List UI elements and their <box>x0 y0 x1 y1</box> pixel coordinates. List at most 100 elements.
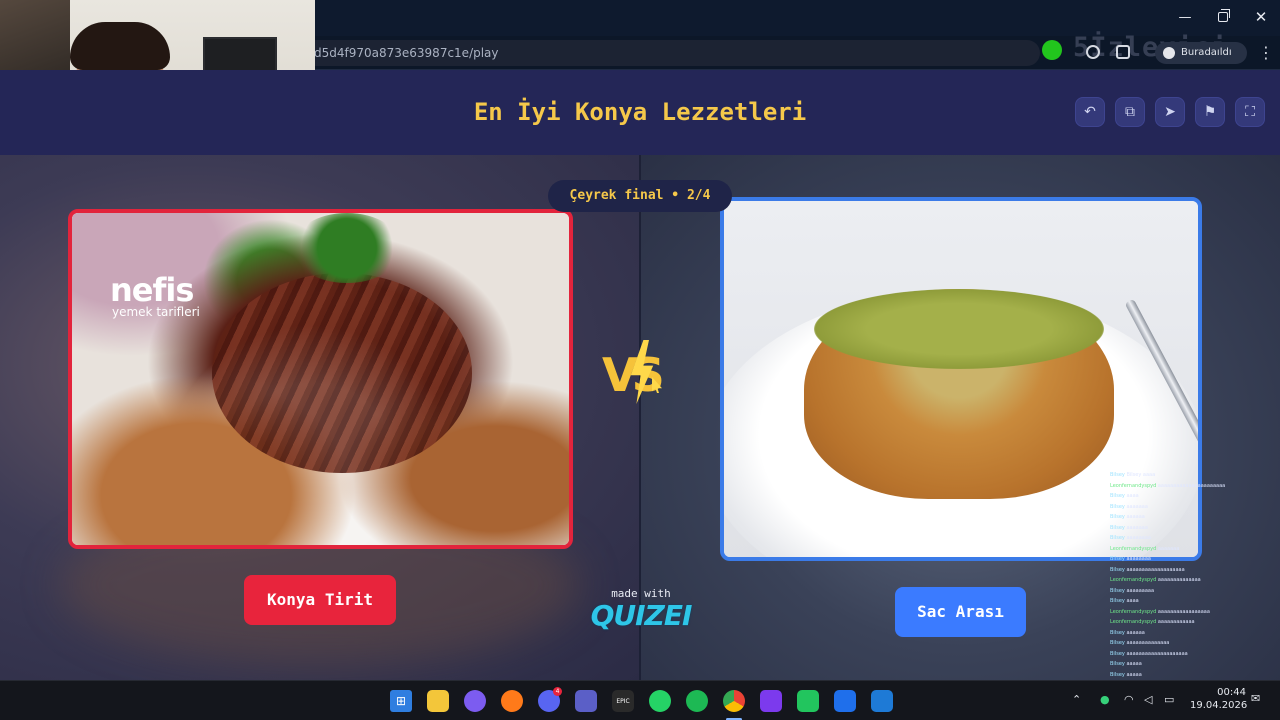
system-clock[interactable]: 00:44 19.04.2026 <box>1190 686 1247 712</box>
visual-studio-button[interactable] <box>760 690 782 712</box>
file-explorer-button[interactable] <box>427 690 449 712</box>
volume-icon[interactable]: ◁ <box>1144 692 1152 708</box>
epic-games-icon: EPIC <box>616 697 630 705</box>
fullscreen-button[interactable]: ⛶ <box>1235 97 1265 127</box>
chat-message: Bilsey aaaaaaa <box>1110 523 1278 533</box>
image-watermark-sub: yemek tarifleri <box>112 305 200 319</box>
chat-username: Bilsey <box>1110 650 1127 657</box>
chat-username: Bilsey <box>1110 587 1127 594</box>
chat-text: aaaaaaaa <box>1126 535 1151 541</box>
chat-message: Bilsey aaaaaaaaaaaaaaaaaaaa <box>1110 649 1278 659</box>
chat-username: Bilsey <box>1110 524 1127 531</box>
microphone-icon[interactable]: ● <box>1100 692 1110 708</box>
chat-text: aaaaaaaaaaaaaa <box>1126 640 1170 646</box>
chat-username: Bilsey <box>1110 472 1127 478</box>
spotify-button[interactable] <box>686 690 708 712</box>
copilot-button[interactable] <box>464 690 486 712</box>
chat-text: aaaaaaaa <box>1126 556 1151 562</box>
maximize-button[interactable] <box>1206 6 1240 28</box>
webcam-person-hair <box>70 22 170 70</box>
close-window-button[interactable]: ✕ <box>1244 6 1278 28</box>
chat-text: aaaaaa <box>1126 629 1145 636</box>
minimize-button[interactable]: — <box>1168 6 1202 28</box>
undo-icon: ↶ <box>1084 104 1096 120</box>
teams-button[interactable] <box>575 690 597 712</box>
chat-username: Bilsey <box>1110 566 1127 573</box>
extension-icon[interactable] <box>1086 45 1100 59</box>
address-bar[interactable]: d5d4f970a873e63987c1e/play <box>300 40 1040 66</box>
konya-tirit-image <box>72 213 569 545</box>
windows-icon: ⊞ <box>395 694 407 708</box>
chat-text: aaaaaaaaaaaaaa <box>1157 577 1201 583</box>
chat-message: Bilsey aaaaa <box>1110 659 1278 669</box>
share-icon: ⧉ <box>1125 104 1135 120</box>
chat-text: aaaaaa <box>1126 514 1145 520</box>
chat-username: Bilsey <box>1110 556 1127 562</box>
chat-message: Leonfernandyspyd aaaaaaa <box>1110 544 1278 554</box>
battery-icon[interactable]: ▭ <box>1164 692 1174 708</box>
chat-message: Bilsey aaaaaaaaaaaaaa <box>1110 638 1278 648</box>
chat-text: Bilsey aaaa <box>1126 472 1156 478</box>
chat-username: Bilsey <box>1110 598 1127 604</box>
chat-username: Bilsey <box>1110 514 1127 520</box>
vs-badge: VS <box>600 340 682 410</box>
chat-message: Bilsey Bilsey aaaa <box>1110 470 1278 480</box>
chat-username: Leonfernandyspyd <box>1110 608 1158 615</box>
chat-text: aaaaa <box>1126 661 1142 667</box>
chat-text: aaaaaaaaaaaaaaaaaaaa <box>1126 650 1188 657</box>
chat-message: Leonfernandyspyd aaaaaaaaaaaa <box>1110 617 1278 627</box>
chat-text: aaaaaaaaaaaaaaaaaaaaaa <box>1157 482 1226 489</box>
chat-username: Bilsey <box>1110 493 1127 499</box>
send-icon: ➤ <box>1164 104 1176 120</box>
chat-message: Bilsey aaaaaaaaa <box>1110 586 1278 596</box>
extensions-puzzle-icon[interactable] <box>1116 45 1130 59</box>
choose-left-button[interactable]: Konya Tirit <box>244 575 396 625</box>
made-with-logo[interactable]: made with QUIZEI <box>588 587 694 632</box>
chat-message: Leonfernandyspyd aaaaaaaaaaaaaa <box>1110 575 1278 585</box>
discord-notification-badge: 4 <box>553 687 562 696</box>
chat-message: Bilsey aaaaa <box>1110 670 1278 680</box>
profile-button[interactable]: Buradaıldı <box>1155 42 1247 64</box>
chat-text: aaaaaaaaaaaaaaaaaaa <box>1126 566 1185 573</box>
notification-bell-icon[interactable]: ✉ <box>1251 692 1265 706</box>
firefox-button[interactable] <box>501 690 523 712</box>
snipping-tool-button[interactable] <box>834 690 856 712</box>
quizei-logo: QUIZEI <box>590 599 693 632</box>
chat-message: Bilsey aaaaaaa <box>1110 502 1278 512</box>
chat-username: Bilsey <box>1110 661 1127 667</box>
browser-menu-icon[interactable]: ⋮ <box>1258 42 1274 64</box>
fullscreen-icon: ⛶ <box>1245 104 1255 120</box>
chat-text: aaaaaaaaaaaaaaaaa <box>1157 608 1210 615</box>
tray-overflow-icon[interactable]: ⌃ <box>1072 692 1081 708</box>
chat-message: Leonfernandyspyd aaaaaaaaaaaaaaaaaaaaaa <box>1110 481 1278 491</box>
send-button[interactable]: ➤ <box>1155 97 1185 127</box>
chat-text: aaaaa <box>1126 671 1142 678</box>
chat-username: Leonfernandyspyd <box>1110 619 1158 625</box>
chrome-button[interactable] <box>723 690 745 712</box>
flag-icon: ⚑ <box>1203 104 1217 120</box>
chat-message: Bilsey aaaaaaaaaaaaaaaaaaa <box>1110 565 1278 575</box>
chat-username: Leonfernandyspyd <box>1110 577 1158 583</box>
clock-time: 00:44 <box>1217 687 1246 698</box>
chat-message: Bilsey aaaaaaaa <box>1110 554 1278 564</box>
chat-message: Bilsey aaaaaa <box>1110 512 1278 522</box>
chat-text: aaaa <box>1126 493 1139 499</box>
left-option-card[interactable]: nefis yemek tarifleri <box>68 209 573 549</box>
epic-games-button[interactable]: EPIC <box>612 690 634 712</box>
choose-right-button[interactable]: Sac Arası <box>895 587 1026 637</box>
vscode-button[interactable] <box>871 690 893 712</box>
report-button[interactable]: ⚑ <box>1195 97 1225 127</box>
chat-text: aaaaaaaaaaaa <box>1157 619 1195 625</box>
wifi-icon[interactable]: ◠ <box>1124 692 1134 708</box>
chat-username: Leonfernandyspyd <box>1110 482 1158 489</box>
chat-message: Bilsey aaaa <box>1110 596 1278 606</box>
round-indicator: Çeyrek final • 2/4 <box>548 180 732 212</box>
chat-message: Bilsey aaaaaa <box>1110 628 1278 638</box>
start-button[interactable]: ⊞ <box>390 690 412 712</box>
chat-username: Bilsey <box>1110 503 1127 510</box>
share-button[interactable]: ⧉ <box>1115 97 1145 127</box>
undo-button[interactable]: ↶ <box>1075 97 1105 127</box>
whatsapp-button[interactable] <box>649 690 671 712</box>
game-bar-button[interactable] <box>797 690 819 712</box>
vs-text: VS <box>602 348 665 402</box>
